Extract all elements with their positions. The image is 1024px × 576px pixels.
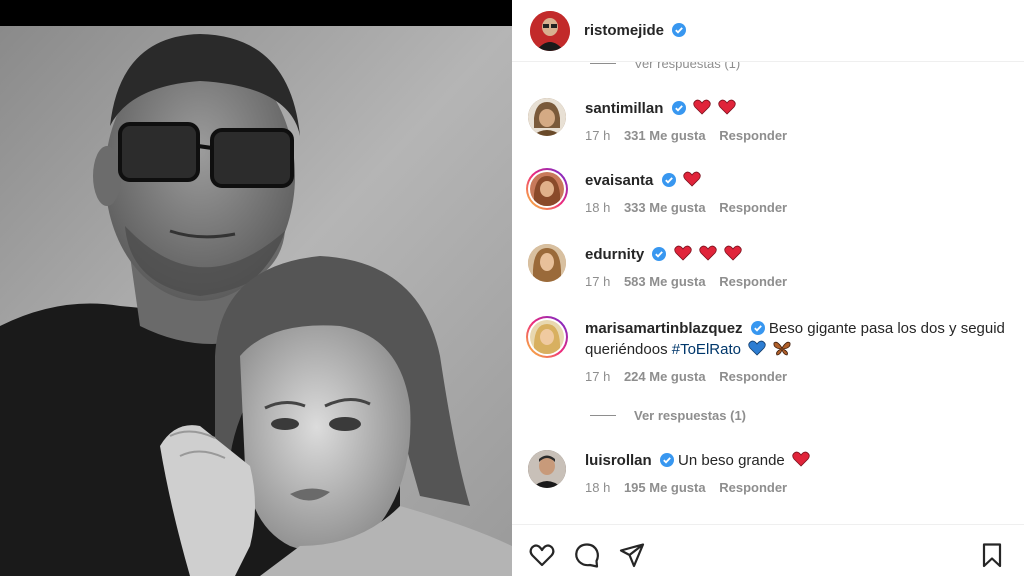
story-ring[interactable]	[526, 168, 568, 210]
verified-badge-icon	[750, 321, 765, 335]
view-replies-link-top[interactable]: Ver respuestas (1)	[590, 62, 740, 71]
comment-time[interactable]: 17 h	[585, 128, 610, 143]
reply-button[interactable]: Responder	[719, 200, 787, 215]
post-action-bar	[512, 524, 1024, 576]
comment-text-line: luisrollan Un beso grande	[585, 450, 1015, 471]
comment-icon[interactable]	[573, 541, 601, 569]
post-header: ristomejide	[512, 0, 1024, 62]
comment-meta: 18 h 195 Me gusta Responder	[585, 477, 1015, 498]
bookmark-icon[interactable]	[978, 541, 1006, 569]
comment-meta: 17 h 583 Me gusta Responder	[585, 271, 1015, 292]
red-heart-emoji-icon	[673, 245, 692, 261]
verified-badge-icon	[652, 247, 667, 261]
comment-text-line: santimillan	[585, 98, 1015, 119]
commenter-username[interactable]: santimillan	[585, 100, 663, 117]
commenter-username[interactable]: evaisanta	[585, 172, 653, 189]
share-icon[interactable]	[618, 541, 646, 569]
black-and-white-portrait	[0, 26, 512, 576]
avatar-image	[528, 244, 566, 282]
heart-icon[interactable]	[528, 541, 556, 569]
red-heart-emoji-icon	[693, 99, 711, 115]
comment-body: luisrollan Un beso grande 18 h 195 Me gu…	[585, 450, 1015, 498]
comment-likes[interactable]: 333 Me gusta	[624, 200, 706, 215]
comment-body: santimillan 17 h 331 Me gusta Responder	[585, 98, 1015, 146]
post-photo	[0, 0, 512, 576]
author-avatar[interactable]	[530, 10, 570, 51]
photo-top-bar	[0, 0, 512, 26]
red-heart-emoji-icon	[724, 245, 742, 261]
commenter-username[interactable]: luisrollan	[585, 452, 652, 469]
commenter-avatar[interactable]	[528, 98, 566, 136]
comment-body: evaisanta 18 h 333 Me gusta Responder	[585, 170, 1015, 218]
comment-text-line: edurnity	[585, 244, 1015, 265]
comment-time[interactable]: 17 h	[585, 274, 610, 289]
comment-time[interactable]: 18 h	[585, 480, 610, 495]
comment-message: Un beso grande	[678, 452, 785, 469]
comments-panel: ristomejide Ver respuestas (1) santimill…	[512, 0, 1024, 576]
comment-time[interactable]: 18 h	[585, 200, 610, 215]
verified-badge-icon	[672, 22, 687, 37]
reply-button[interactable]: Responder	[719, 128, 787, 143]
red-heart-emoji-icon	[699, 245, 717, 261]
blue-heart-emoji-icon	[748, 340, 766, 356]
commenter-avatar[interactable]	[528, 450, 566, 488]
verified-badge-icon	[671, 101, 686, 115]
author-username[interactable]: ristomejide	[584, 22, 664, 39]
avatar-image	[528, 98, 566, 136]
commenter-username[interactable]: marisamartinblazquez	[585, 320, 743, 337]
comment-meta: 17 h 224 Me gusta Responder	[585, 366, 1015, 387]
reply-button[interactable]: Responder	[719, 480, 787, 495]
comment-meta: 17 h 331 Me gusta Responder	[585, 125, 1015, 146]
red-heart-emoji-icon	[718, 99, 736, 115]
red-heart-emoji-icon	[683, 171, 701, 187]
story-ring-inner	[528, 170, 566, 208]
story-ring[interactable]	[526, 316, 568, 358]
comment-likes[interactable]: 224 Me gusta	[624, 369, 706, 384]
comment-body: marisamartinblazquez Beso gigante pasa l…	[585, 318, 1015, 387]
verified-badge-icon	[661, 173, 676, 187]
red-heart-emoji-icon	[792, 451, 810, 467]
view-replies-label: Ver respuestas (1)	[634, 408, 747, 423]
verified-badge-icon	[659, 453, 674, 467]
author-avatar-image	[530, 10, 570, 51]
view-replies-label: Ver respuestas (1)	[634, 62, 741, 71]
reply-line	[590, 63, 616, 64]
commenter-username[interactable]: edurnity	[585, 246, 644, 263]
comment-text: marisamartinblazquez Beso gigante pasa l…	[585, 318, 1015, 360]
reply-button[interactable]: Responder	[719, 369, 787, 384]
hashtag-link[interactable]: #ToElRato	[672, 341, 741, 358]
reply-button[interactable]: Responder	[719, 274, 787, 289]
avatar-image	[528, 450, 566, 488]
comment-likes[interactable]: 331 Me gusta	[624, 128, 706, 143]
comment-body: edurnity 17 h 583 Me gusta Responder	[585, 244, 1015, 292]
view-replies-link[interactable]: Ver respuestas (1)	[590, 408, 746, 423]
comments-list: Ver respuestas (1) santimillan 17 h 331 …	[512, 62, 1024, 524]
comment-likes[interactable]: 195 Me gusta	[624, 480, 706, 495]
avatar-image	[530, 172, 564, 206]
commenter-avatar[interactable]	[528, 244, 566, 282]
author-username-wrap: ristomejide	[584, 22, 687, 40]
reply-line	[590, 415, 616, 416]
comment-text-line: evaisanta	[585, 170, 1015, 191]
avatar-image	[530, 320, 564, 354]
comment-message-line2: queriéndoos	[585, 341, 668, 358]
comment-meta: 18 h 333 Me gusta Responder	[585, 197, 1015, 218]
comment-message-line1: Beso gigante pasa los dos y seguid	[768, 320, 1005, 337]
comment-likes[interactable]: 583 Me gusta	[624, 274, 706, 289]
story-ring-inner	[528, 318, 566, 356]
comment-time[interactable]: 17 h	[585, 369, 610, 384]
butterfly-emoji-icon	[773, 341, 791, 356]
